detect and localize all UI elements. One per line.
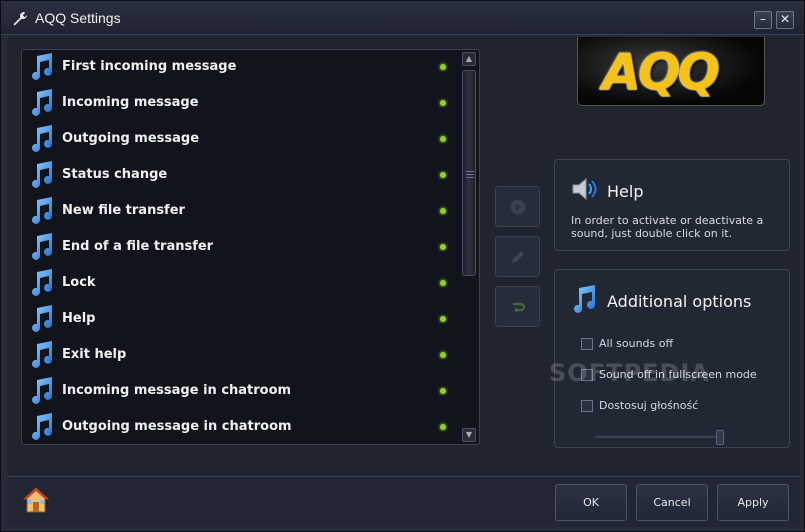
list-item[interactable]: New file transfer <box>26 194 460 228</box>
scroll-thumb[interactable] <box>462 70 476 276</box>
status-dot <box>440 352 446 358</box>
music-note-icon <box>28 340 56 370</box>
status-dot <box>440 388 446 394</box>
status-dot <box>440 100 446 106</box>
music-note-icon <box>28 124 56 154</box>
scrollbar[interactable]: ▲ ▼ <box>461 52 477 442</box>
reset-button[interactable] <box>495 286 540 327</box>
close-button[interactable]: ✕ <box>776 11 794 29</box>
reset-arrow-icon <box>513 302 526 313</box>
music-note-icon <box>28 304 56 334</box>
additional-options-panel: Additional options All sounds off Sound o… <box>554 269 790 448</box>
ok-button[interactable]: OK <box>555 484 627 521</box>
list-item-label: End of a file transfer <box>62 239 214 254</box>
list-item[interactable]: First incoming message <box>26 50 460 84</box>
list-item[interactable]: End of a file transfer <box>26 230 460 264</box>
settings-window: AQQ Settings – ✕ ▲ ▼ First incoming mess… <box>0 0 805 532</box>
list-item[interactable]: Help <box>26 302 460 336</box>
list-item-label: Status change <box>62 167 168 182</box>
list-item[interactable]: Exit help <box>26 338 460 372</box>
help-text: In order to activate or deactivate a sou… <box>571 214 764 240</box>
play-button[interactable] <box>495 186 540 227</box>
home-icon[interactable] <box>23 486 49 514</box>
wrench-icon <box>13 12 27 26</box>
logo-text: AQQ <box>602 43 720 101</box>
option-label: Dostosuj głośność <box>599 399 699 412</box>
volume-slider[interactable] <box>595 430 729 445</box>
volume-slider-thumb[interactable] <box>716 430 724 445</box>
list-item-label: Incoming message <box>62 95 199 110</box>
list-item[interactable]: Status change <box>26 158 460 192</box>
cancel-button[interactable]: Cancel <box>636 484 708 521</box>
music-note-icon <box>574 285 595 313</box>
music-note-icon <box>28 88 56 118</box>
status-dot <box>440 172 446 178</box>
checkbox[interactable] <box>581 400 593 412</box>
music-note-icon <box>28 376 56 406</box>
list-item[interactable]: Outgoing message in chatroom <box>26 410 460 444</box>
music-note-icon <box>28 196 56 226</box>
help-panel: Help In order to activate or deactivate … <box>554 159 790 251</box>
music-note-icon <box>28 268 56 298</box>
checkbox[interactable] <box>581 369 593 381</box>
sound-list[interactable]: ▲ ▼ First incoming message Incoming messa… <box>21 49 480 445</box>
title-bar[interactable]: AQQ Settings – ✕ <box>1 1 804 35</box>
status-dot <box>440 208 446 214</box>
list-item-label: New file transfer <box>62 203 185 218</box>
window-title: AQQ Settings <box>35 10 121 26</box>
status-dot <box>440 424 446 430</box>
options-title: Additional options <box>607 292 752 311</box>
minimize-button[interactable]: – <box>754 11 772 29</box>
pencil-icon <box>512 251 524 263</box>
option-label: Sound off in fullscreen mode <box>599 368 757 381</box>
music-note-icon <box>28 160 56 190</box>
volume-slider-track <box>595 436 725 438</box>
list-item-label: Outgoing message in chatroom <box>62 419 292 434</box>
status-dot <box>440 136 446 142</box>
list-item-label: Help <box>62 311 96 326</box>
status-dot <box>440 280 446 286</box>
music-note-icon <box>28 52 56 82</box>
scroll-down-button[interactable]: ▼ <box>462 428 476 442</box>
list-item[interactable]: Outgoing message <box>26 122 460 156</box>
option-label: All sounds off <box>599 337 674 350</box>
edit-button[interactable] <box>495 236 540 277</box>
list-item[interactable]: Incoming message in chatroom <box>26 374 460 408</box>
status-dot <box>440 244 446 250</box>
list-item-label: Outgoing message <box>62 131 200 146</box>
music-note-icon <box>28 412 56 442</box>
scroll-up-button[interactable]: ▲ <box>462 52 476 66</box>
list-item-label: First incoming message <box>62 59 237 74</box>
list-item[interactable]: Lock <box>26 266 460 300</box>
grip-icon <box>466 171 474 179</box>
speaker-icon <box>572 177 597 201</box>
apply-button[interactable]: Apply <box>717 484 789 521</box>
help-title: Help <box>607 182 644 201</box>
list-item-label: Incoming message in chatroom <box>62 383 292 398</box>
status-dot <box>440 316 446 322</box>
music-note-icon <box>28 232 56 262</box>
list-item[interactable]: Incoming message <box>26 86 460 120</box>
status-dot <box>440 64 446 70</box>
list-item-label: Exit help <box>62 347 127 362</box>
checkbox[interactable] <box>581 338 593 350</box>
list-item-label: Lock <box>62 275 96 290</box>
play-icon <box>510 199 526 215</box>
aqq-logo: AQQ <box>577 37 765 106</box>
